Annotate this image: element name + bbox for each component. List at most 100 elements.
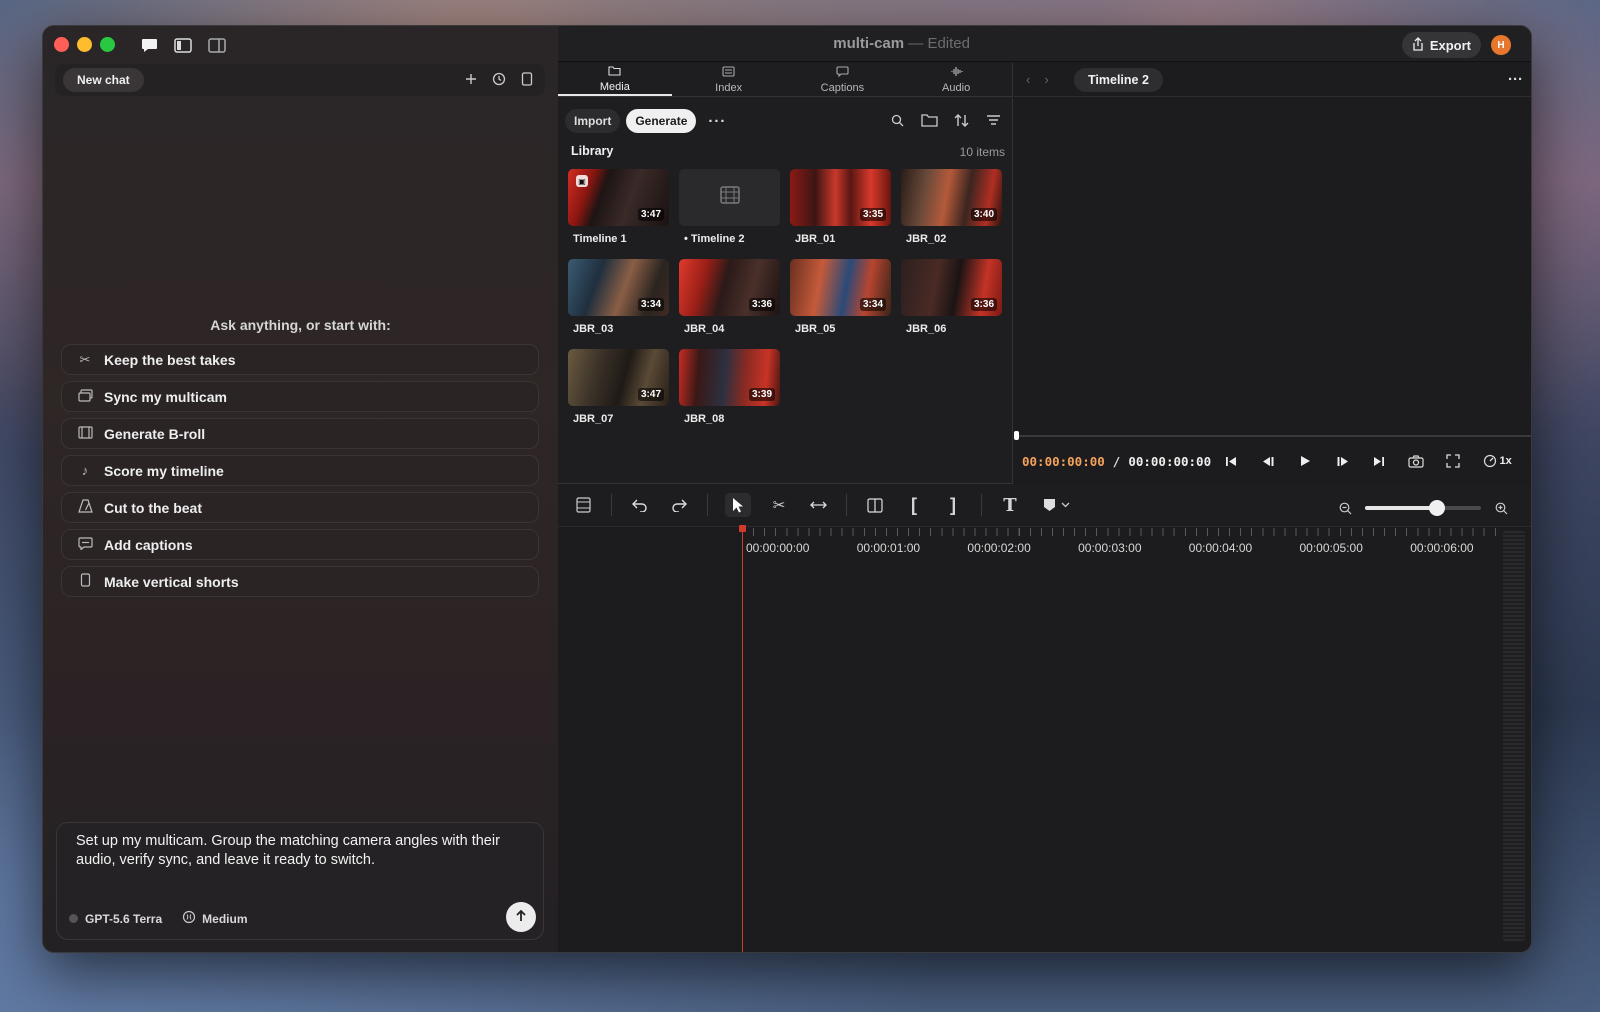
suggestion-add-captions[interactable]: Add captions <box>61 529 539 560</box>
right-sidebar-icon[interactable] <box>207 36 227 54</box>
avatar[interactable]: H <box>1491 35 1511 55</box>
media-item-name: JBR_01 <box>795 233 836 245</box>
camera-icon[interactable] <box>1406 452 1426 470</box>
timeline-selector[interactable]: Timeline 2 <box>1074 68 1163 92</box>
media-actions <box>888 111 1002 129</box>
suggestion-score-timeline[interactable]: ♪ Score my timeline <box>61 455 539 486</box>
chat-composer[interactable]: Set up my multicam. Group the matching c… <box>56 822 544 940</box>
suggestion-label: Add captions <box>104 536 193 553</box>
media-thumbnail[interactable]: 3:40 <box>901 169 1002 226</box>
media-item[interactable]: • Timeline 2 <box>679 169 780 249</box>
playhead-handle[interactable] <box>739 525 746 532</box>
mark-in-icon[interactable]: [ <box>903 493 925 517</box>
media-thumbnail[interactable]: 3:47 <box>568 349 669 406</box>
tab-media[interactable]: Media <box>558 63 672 96</box>
model-selector[interactable]: GPT-5.6 Terra <box>69 912 162 926</box>
suggestion-generate-broll[interactable]: Generate B-roll <box>61 418 539 449</box>
text-tool-icon[interactable]: T <box>999 493 1021 517</box>
tab-index[interactable]: Index <box>672 63 786 96</box>
suggestion-sync-multicam[interactable]: Sync my multicam <box>61 381 539 412</box>
playhead[interactable] <box>742 528 743 952</box>
step-back-icon[interactable] <box>1258 452 1278 470</box>
suggestion-vertical-shorts[interactable]: Make vertical shorts <box>61 566 539 597</box>
search-icon[interactable] <box>888 111 906 129</box>
scrub-handle[interactable] <box>1014 431 1019 440</box>
scissors-icon[interactable]: ✂ <box>768 493 790 517</box>
folder-icon[interactable] <box>920 111 938 129</box>
chevron-right-icon[interactable]: › <box>1044 72 1048 87</box>
transport-controls: 00:00:00:00 / 00:00:00:00 1x <box>1022 449 1527 473</box>
duration-badge: 3:40 <box>970 208 997 221</box>
step-forward-icon[interactable] <box>1332 452 1352 470</box>
sort-icon[interactable] <box>952 111 970 129</box>
generate-button[interactable]: Generate <box>626 109 697 133</box>
duration-badge: 3:34 <box>637 298 664 311</box>
filter-icon[interactable] <box>984 111 1002 129</box>
media-item[interactable]: 3:34 JBR_05 <box>790 259 891 339</box>
notebook-icon[interactable] <box>519 70 535 88</box>
plus-icon[interactable] <box>463 70 479 88</box>
ruler-label: 00:00:05:00 <box>1299 541 1363 555</box>
left-sidebar-icon[interactable] <box>173 36 193 54</box>
panel-toggles <box>139 36 227 54</box>
media-item[interactable]: 3:39 JBR_08 <box>679 349 780 429</box>
export-button[interactable]: Export <box>1401 32 1481 58</box>
media-item[interactable]: 3:36 JBR_06 <box>901 259 1002 339</box>
close-window-button[interactable] <box>54 37 69 52</box>
media-thumbnail[interactable]: 3:34 <box>790 259 891 316</box>
media-thumbnail[interactable]: 3:34 <box>568 259 669 316</box>
skip-to-end-icon[interactable] <box>1369 452 1389 470</box>
film-strip-icon[interactable] <box>572 493 594 517</box>
play-icon[interactable] <box>1295 452 1315 470</box>
media-item[interactable]: 3:40 JBR_02 <box>901 169 1002 249</box>
media-thumbnail[interactable]: 3:36 <box>901 259 1002 316</box>
media-thumbnail[interactable]: 3:36 <box>679 259 780 316</box>
suggestion-keep-best-takes[interactable]: ✂ Keep the best takes <box>61 344 539 375</box>
suggestion-cut-to-beat[interactable]: Cut to the beat <box>61 492 539 523</box>
media-item[interactable]: 3:34 JBR_03 <box>568 259 669 339</box>
new-chat-button[interactable]: New chat <box>63 68 144 92</box>
slip-tool-icon[interactable] <box>807 493 829 517</box>
pointer-tool-icon[interactable] <box>725 493 751 517</box>
media-item[interactable]: 3:47 JBR_07 <box>568 349 669 429</box>
history-icon[interactable] <box>491 70 507 88</box>
fullscreen-icon[interactable] <box>1443 452 1463 470</box>
split-view-icon[interactable] <box>864 493 886 517</box>
skip-to-start-icon[interactable] <box>1221 452 1241 470</box>
more-options-button[interactable]: ··· <box>702 113 732 130</box>
media-item[interactable]: ▣ 3:47 Timeline 1 <box>568 169 669 249</box>
zoom-window-button[interactable] <box>100 37 115 52</box>
zoom-slider[interactable] <box>1365 500 1481 516</box>
mark-out-icon[interactable]: ] <box>942 493 964 517</box>
chat-bubble-icon[interactable] <box>139 36 159 54</box>
zoom-search-icon[interactable] <box>1531 452 1532 470</box>
speed-control[interactable]: 1x <box>1480 452 1514 470</box>
media-item[interactable]: 3:35 JBR_01 <box>790 169 891 249</box>
import-button[interactable]: Import <box>565 109 621 133</box>
chevron-left-icon[interactable]: ‹ <box>1026 72 1030 87</box>
media-item[interactable]: 3:36 JBR_04 <box>679 259 780 339</box>
viewer-navigation: ‹ › <box>1026 72 1049 87</box>
media-toolbar: Import Generate ··· <box>565 109 732 133</box>
composer-input[interactable]: Set up my multicam. Group the matching c… <box>76 832 526 870</box>
media-thumbnail[interactable]: ▣ 3:47 <box>568 169 669 226</box>
send-button[interactable] <box>506 902 536 932</box>
zoom-in-icon[interactable] <box>1493 499 1509 517</box>
media-thumbnail[interactable] <box>679 169 780 226</box>
gauge-icon <box>1483 454 1496 468</box>
undo-icon[interactable] <box>629 493 651 517</box>
tab-audio[interactable]: Audio <box>899 63 1013 96</box>
redo-icon[interactable] <box>668 493 690 517</box>
minimize-window-button[interactable] <box>77 37 92 52</box>
viewer-more-icon[interactable]: ··· <box>1508 71 1523 88</box>
media-thumbnail[interactable]: 3:39 <box>679 349 780 406</box>
tab-captions[interactable]: Captions <box>786 63 900 96</box>
marker-dropdown[interactable] <box>1038 493 1074 517</box>
effort-selector[interactable]: Medium <box>182 910 248 927</box>
zoom-slider-knob[interactable] <box>1428 500 1445 516</box>
timeline-ruler[interactable]: 00:00:00:00 00:00:01:00 00:00:02:00 00:00:0… <box>742 528 1502 558</box>
scrub-bar[interactable] <box>1014 435 1531 437</box>
zoom-out-icon[interactable] <box>1337 499 1353 517</box>
media-thumbnail[interactable]: 3:35 <box>790 169 891 226</box>
duration-badge: 3:36 <box>748 298 775 311</box>
